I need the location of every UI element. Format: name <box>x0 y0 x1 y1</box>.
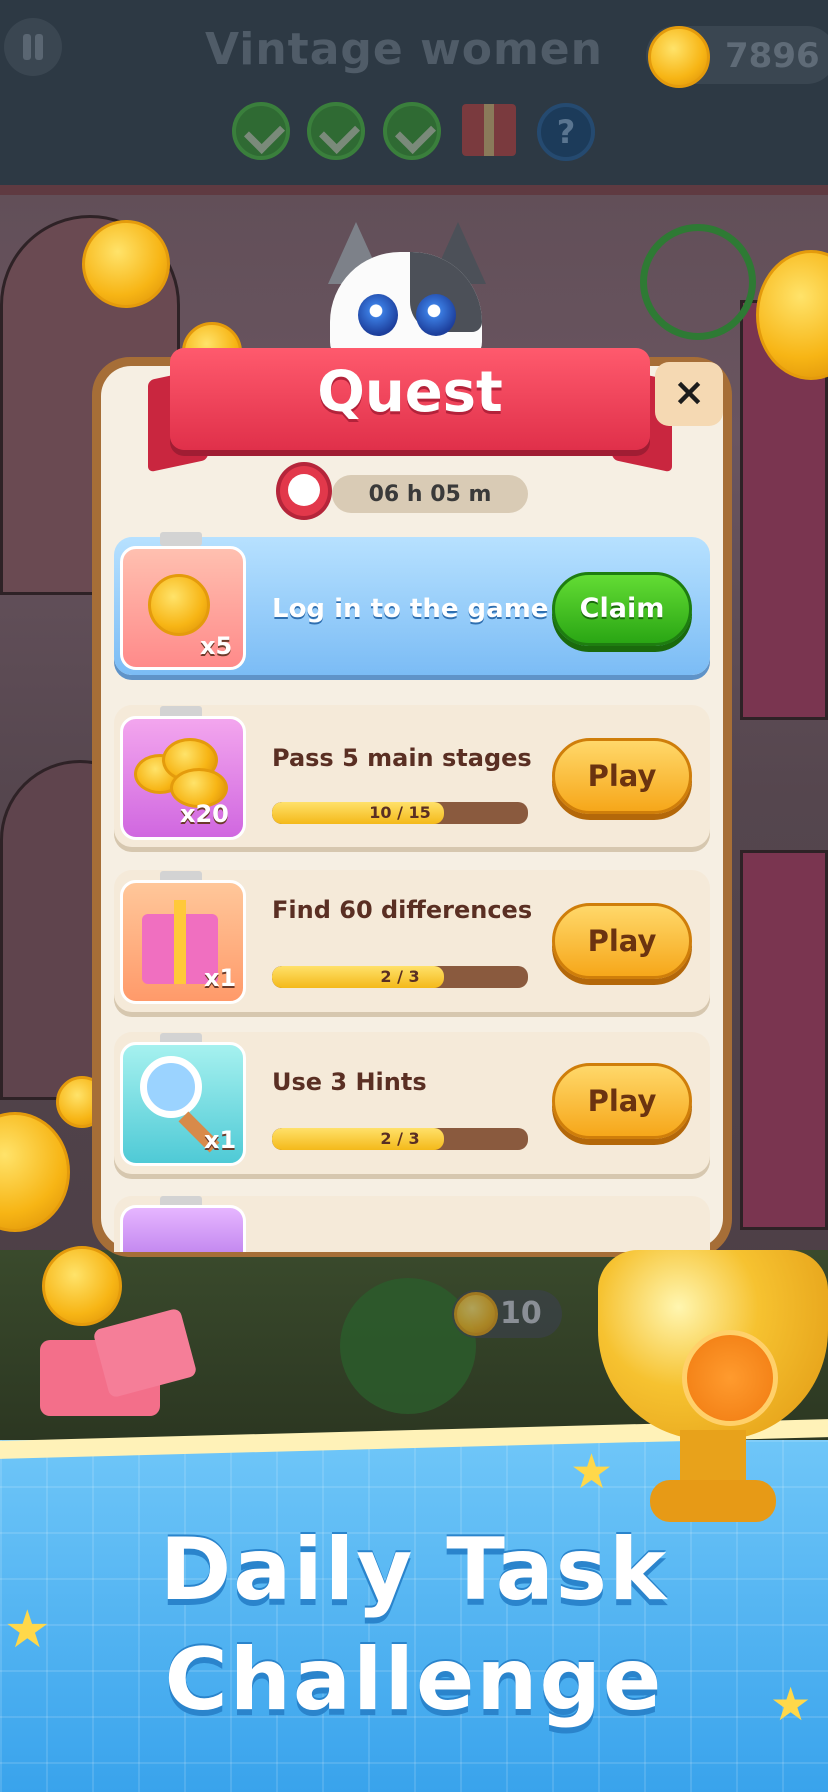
coin-count: 7896 <box>725 36 820 76</box>
alarm-clock-icon <box>276 462 332 520</box>
pause-button[interactable] <box>4 18 62 76</box>
trophy-base <box>650 1480 776 1522</box>
banner-headline-line1: Daily Task <box>159 1520 669 1620</box>
task-label: Log in to the game <box>272 594 549 624</box>
paw-badge-icon <box>682 1330 778 1426</box>
paw-coin-icon <box>82 220 170 308</box>
hint-cost: 10 <box>500 1296 542 1331</box>
close-button[interactable]: × <box>655 362 723 426</box>
star-icon: ★ <box>570 1444 614 1500</box>
paw-coin-icon <box>42 1246 122 1326</box>
progress-bar: 10 / 15 <box>272 802 528 824</box>
progress-text: 2 / 3 <box>380 967 420 986</box>
top-bar-edge <box>0 185 828 195</box>
task-label: Find 60 differences <box>272 896 533 924</box>
task-label: Pass 5 main stages <box>272 744 532 772</box>
trophy-stem <box>680 1430 746 1486</box>
found-check-icon <box>232 102 290 160</box>
reward-quantity: x20 <box>180 800 229 828</box>
play-button[interactable]: Play <box>552 1063 692 1139</box>
task-label: Use 3 Hints <box>272 1068 427 1096</box>
cat-mascot <box>320 222 492 362</box>
scene-cabinet-right-lower <box>740 850 828 1230</box>
level-title: Vintage women <box>205 24 603 75</box>
dialog-title: Quest <box>317 360 503 425</box>
gift-icon <box>462 104 516 156</box>
reward-quantity: x1 <box>204 1126 237 1154</box>
play-button[interactable]: Play <box>552 903 692 979</box>
hint-button[interactable] <box>340 1278 476 1414</box>
timer-text: 06 h 05 m <box>368 482 492 507</box>
progress-text: 2 / 3 <box>380 1129 420 1148</box>
claim-button[interactable]: Claim <box>552 572 692 646</box>
coin-icon <box>148 574 210 636</box>
gift-ribbon <box>174 900 186 984</box>
reward-quantity: x5 <box>200 632 233 660</box>
question-mark-icon: ? <box>537 103 595 161</box>
reward-tile <box>120 1205 246 1252</box>
progress-bar: 2 / 3 <box>272 966 528 988</box>
banner-headline-line2: Challenge <box>164 1630 664 1730</box>
reward-quantity: x1 <box>204 964 237 992</box>
found-check-icon <box>383 102 441 160</box>
scene-hoop <box>640 224 756 340</box>
paw-coin-icon <box>648 26 710 88</box>
progress-text: 10 / 15 <box>369 803 431 822</box>
paw-coin-icon <box>454 1292 498 1336</box>
clip-icon <box>160 532 202 546</box>
play-button[interactable]: Play <box>552 738 692 814</box>
progress-bar: 2 / 3 <box>272 1128 528 1150</box>
magnifier-icon <box>140 1056 202 1118</box>
found-check-icon <box>307 102 365 160</box>
